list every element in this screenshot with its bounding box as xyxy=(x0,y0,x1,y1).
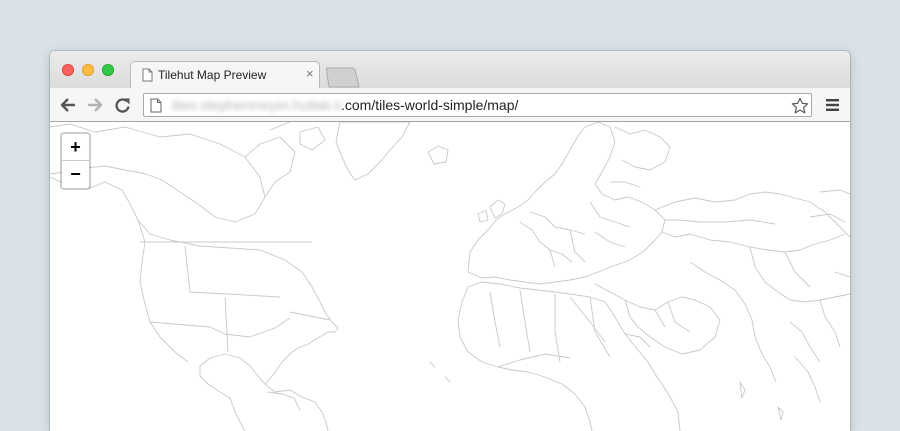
browser-window: Tilehut Map Preview × tiles.stephenmeyer… xyxy=(50,51,850,431)
page-icon xyxy=(150,98,162,113)
tab-close-button[interactable]: × xyxy=(306,66,314,81)
forward-arrow-icon[interactable] xyxy=(86,97,104,113)
greenland-outline xyxy=(335,122,411,181)
maximize-window-button[interactable] xyxy=(102,64,114,76)
zoom-control: + − xyxy=(60,132,91,190)
url-host-blurred: tiles.stephenmeyer.hutlab.io xyxy=(172,97,342,113)
new-tab-button[interactable] xyxy=(326,67,360,88)
minimize-window-button[interactable] xyxy=(82,64,94,76)
page-icon xyxy=(142,68,153,82)
browser-toolbar: tiles.stephenmeyer.hutlab.io .com/tiles-… xyxy=(50,88,850,122)
star-icon[interactable] xyxy=(791,97,809,115)
zoom-out-button[interactable]: − xyxy=(62,161,89,188)
close-window-button[interactable] xyxy=(62,64,74,76)
back-arrow-icon[interactable] xyxy=(59,97,77,113)
title-bar: Tilehut Map Preview × xyxy=(50,51,850,88)
tab-title: Tilehut Map Preview xyxy=(158,68,267,82)
zoom-in-button[interactable]: + xyxy=(62,134,89,161)
tab-tilehut-map-preview[interactable]: Tilehut Map Preview × xyxy=(130,61,320,88)
reload-icon[interactable] xyxy=(114,97,132,114)
world-map[interactable] xyxy=(50,122,850,431)
africa-outline xyxy=(467,281,681,431)
url-path: .com/tiles-world-simple/map/ xyxy=(341,97,519,113)
europe-outline xyxy=(467,122,666,285)
address-bar[interactable]: tiles.stephenmeyer.hutlab.io .com/tiles-… xyxy=(143,93,812,117)
map-viewport[interactable]: + − xyxy=(50,122,850,431)
hamburger-menu-icon[interactable] xyxy=(826,99,839,111)
asia-outline xyxy=(654,191,850,238)
